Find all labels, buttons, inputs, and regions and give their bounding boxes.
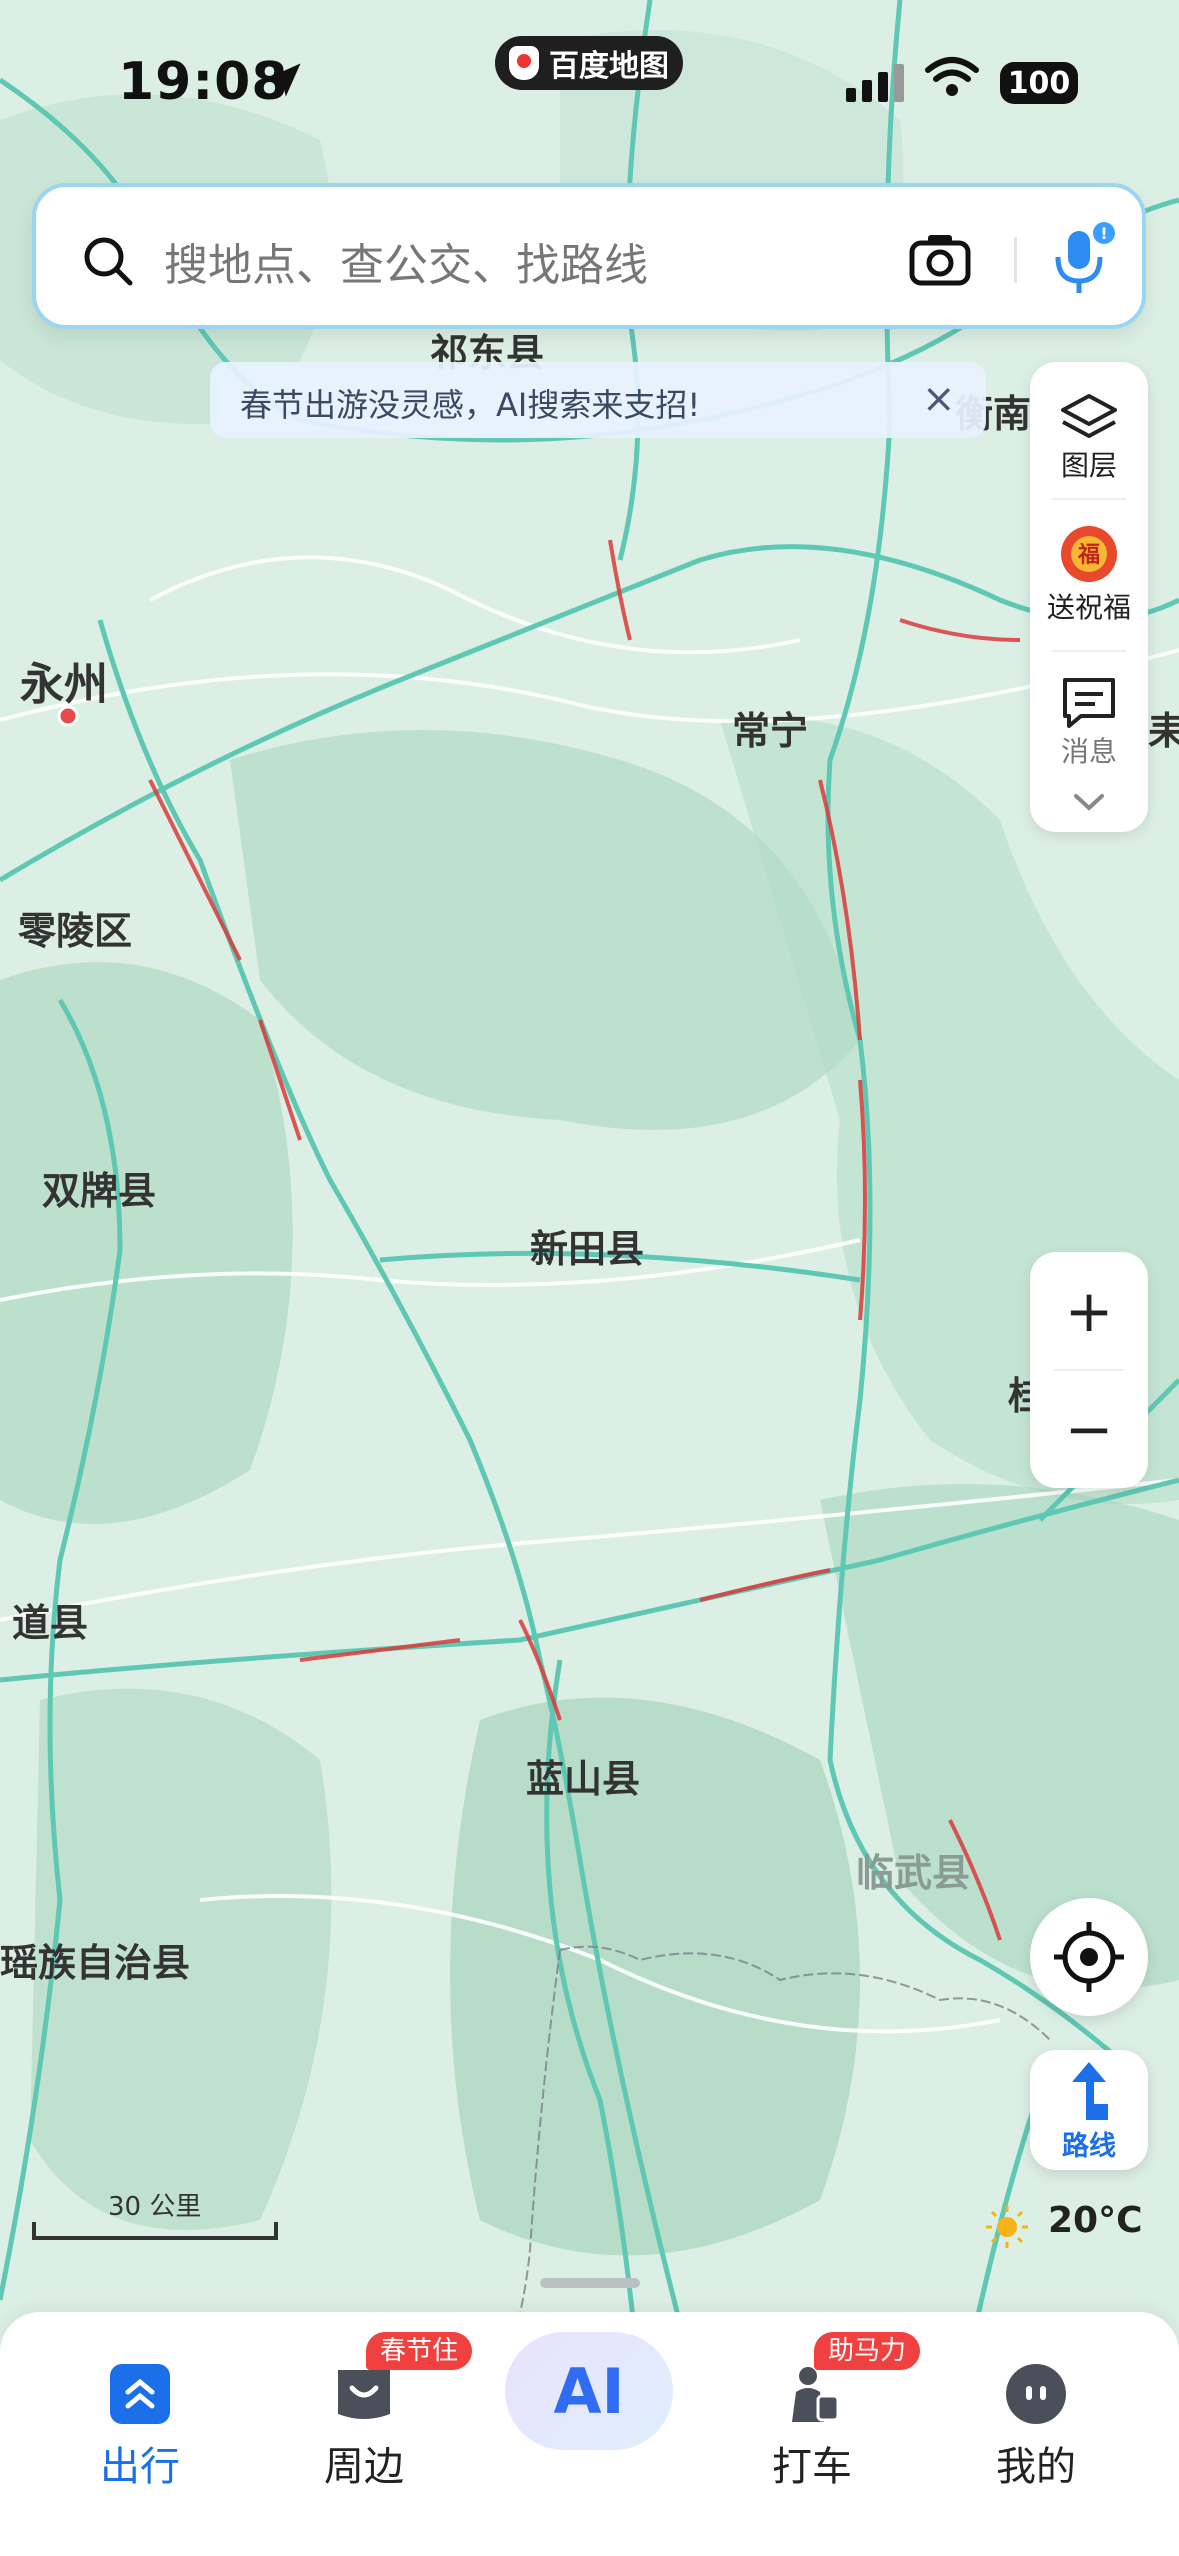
blessing-button[interactable]: 福 送祝福 (1030, 522, 1148, 626)
route-arrow-icon (1072, 2062, 1108, 2120)
map-label-yaozu[interactable]: 瑶族自治县 (0, 1932, 190, 1987)
map-label-xintian[interactable]: 新田县 (530, 1218, 644, 1273)
map-label-daoxian[interactable]: 道县 (12, 1592, 88, 1647)
sun-icon (986, 2206, 1028, 2248)
weather-temp[interactable]: 20°C (1048, 2200, 1143, 2241)
badge-boost: 助马力 (814, 2332, 921, 2370)
tab-ai-label: AI (553, 2354, 625, 2428)
scale-bar (32, 2222, 278, 2240)
tab-profile[interactable]: 我的 (946, 2312, 1126, 2512)
tab-ai[interactable]: AI (505, 2332, 673, 2450)
search-bar[interactable]: 搜地点、查公交、找路线 ! (32, 183, 1146, 329)
route-button[interactable]: 路线 (1030, 2050, 1148, 2170)
taxi-icon (792, 2367, 840, 2422)
app-pill[interactable]: 百度地图 (495, 36, 683, 90)
map-tools-panel: 图层 福 送祝福 消息 (1030, 362, 1148, 832)
travel-icon (110, 2364, 170, 2424)
promo-banner-text[interactable]: 春节出游没灵感，AI搜索来支招! (240, 380, 700, 426)
map-label-linwu[interactable]: 临武县 (856, 1842, 970, 1897)
layers-label: 图层 (1060, 449, 1117, 482)
baidu-map-logo-icon (509, 46, 539, 80)
crosshair-icon (1054, 1922, 1124, 1992)
tab-travel[interactable]: 出行 (50, 2312, 230, 2512)
battery-indicator: 100 (1000, 62, 1078, 104)
map-label-shuangpai[interactable]: 双牌县 (42, 1160, 156, 1215)
chevron-down-icon[interactable] (1072, 792, 1106, 814)
map-label-lingling[interactable]: 零陵区 (18, 900, 132, 955)
search-divider (1014, 237, 1017, 283)
zoom-in-button[interactable]: + (1030, 1252, 1148, 1370)
search-placeholder[interactable]: 搜地点、查公交、找路线 (164, 229, 648, 293)
layers-button[interactable]: 图层 (1030, 392, 1148, 484)
locate-button[interactable] (1030, 1898, 1148, 2016)
map-label-lei[interactable]: 耒 (1148, 700, 1179, 755)
search-icon (84, 237, 133, 286)
microphone-icon[interactable]: ! (1048, 219, 1118, 299)
cell-signal-icon (846, 64, 904, 102)
profile-icon (1006, 2364, 1066, 2424)
promo-banner[interactable]: 春节出游没灵感，AI搜索来支招! × (210, 362, 986, 438)
wifi-icon (925, 57, 979, 96)
bottom-tab-bar: 出行 周边 春节住 AI 打车 助马力 我的 (0, 2312, 1179, 2556)
map-label-lanshan[interactable]: 蓝山县 (526, 1748, 640, 1803)
zoom-controls: + − (1030, 1252, 1148, 1488)
close-icon[interactable]: × (922, 376, 956, 422)
drag-handle[interactable] (540, 2278, 640, 2288)
camera-icon[interactable] (908, 229, 972, 289)
blessing-icon: 福 (1061, 526, 1117, 582)
map-label-changning[interactable]: 常宁 (732, 700, 808, 755)
blessing-label: 送祝福 (1046, 591, 1131, 624)
app-pill-label: 百度地图 (549, 49, 669, 84)
message-icon (1063, 678, 1115, 728)
panel-divider (1052, 650, 1126, 652)
messages-label: 消息 (1060, 735, 1117, 768)
tab-taxi-label: 打车 (772, 2444, 852, 2490)
svg-text:!: ! (1100, 224, 1107, 243)
tab-nearby-label: 周边 (324, 2444, 404, 2490)
messages-button[interactable]: 消息 (1030, 674, 1148, 770)
layers-icon (1061, 394, 1117, 438)
badge-spring-stay: 春节住 (366, 2332, 473, 2370)
tab-travel-label: 出行 (100, 2444, 180, 2490)
scale-label: 30 公里 (108, 2192, 202, 2222)
route-label: 路线 (1062, 2131, 1116, 2162)
nearby-icon (338, 2370, 390, 2419)
map-label-yongzhou[interactable]: 永州 (20, 648, 108, 712)
status-bar: 19:08 百度地图 100 (0, 0, 1179, 170)
svg-text:福: 福 (1077, 543, 1100, 568)
zoom-out-button[interactable]: − (1030, 1370, 1148, 1488)
panel-divider (1052, 498, 1126, 500)
location-arrow-icon (267, 63, 301, 97)
tab-profile-label: 我的 (996, 2444, 1076, 2490)
